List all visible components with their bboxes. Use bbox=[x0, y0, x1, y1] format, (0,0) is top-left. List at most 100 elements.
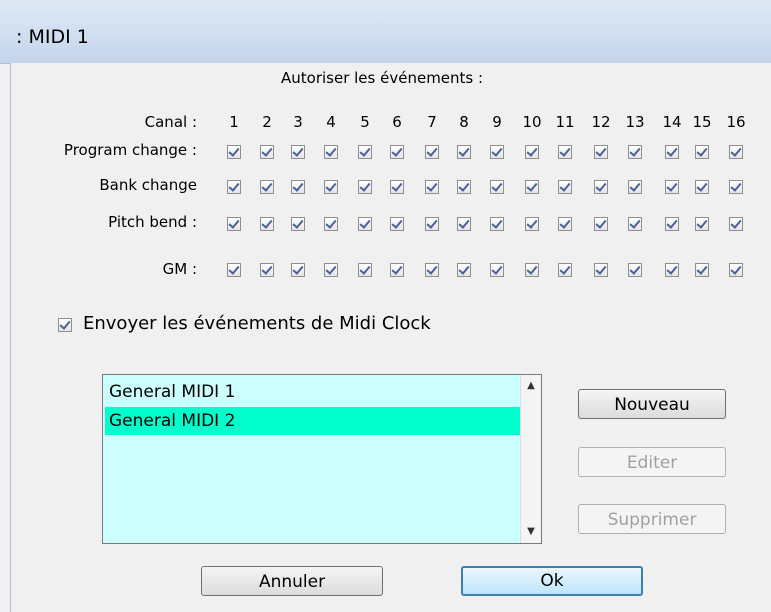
event-checkbox[interactable] bbox=[358, 217, 372, 231]
event-checkbox[interactable] bbox=[358, 180, 372, 194]
event-checkbox[interactable] bbox=[594, 180, 608, 194]
event-checkbox[interactable] bbox=[558, 263, 572, 277]
event-checkbox[interactable] bbox=[695, 145, 709, 159]
channel-number: 4 bbox=[326, 113, 336, 131]
channel-number: 14 bbox=[662, 113, 682, 131]
event-checkbox[interactable] bbox=[457, 180, 471, 194]
event-checkbox[interactable] bbox=[358, 145, 372, 159]
delete-button[interactable]: Supprimer bbox=[578, 504, 726, 534]
event-checkbox[interactable] bbox=[390, 217, 404, 231]
row-label-gm: GM : bbox=[162, 260, 197, 278]
event-checkbox[interactable] bbox=[425, 145, 439, 159]
event-checkbox[interactable] bbox=[425, 217, 439, 231]
channel-number: 3 bbox=[293, 113, 303, 131]
title-bar: : MIDI 1 bbox=[0, 0, 771, 64]
event-checkbox[interactable] bbox=[695, 217, 709, 231]
channel-number: 9 bbox=[492, 113, 502, 131]
midi-settings-dialog: : MIDI 1 Autoriser les événements : Cana… bbox=[0, 0, 771, 612]
midi-clock-checkbox[interactable] bbox=[58, 318, 72, 332]
event-checkbox[interactable] bbox=[525, 145, 539, 159]
list-item[interactable]: General MIDI 1 bbox=[105, 378, 523, 406]
channel-number: 10 bbox=[522, 113, 542, 131]
channel-number: 12 bbox=[591, 113, 611, 131]
event-checkbox[interactable] bbox=[260, 145, 274, 159]
event-checkbox[interactable] bbox=[425, 180, 439, 194]
midi-clock-label[interactable]: Envoyer les événements de Midi Clock bbox=[83, 313, 431, 334]
event-checkbox[interactable] bbox=[729, 263, 743, 277]
channel-label: Canal : bbox=[144, 113, 197, 131]
event-checkbox[interactable] bbox=[291, 180, 305, 194]
event-checkbox[interactable] bbox=[358, 263, 372, 277]
scroll-up-icon[interactable]: ▲ bbox=[521, 377, 541, 395]
event-checkbox[interactable] bbox=[594, 217, 608, 231]
scroll-down-icon[interactable]: ▼ bbox=[521, 523, 541, 541]
event-checkbox[interactable] bbox=[291, 145, 305, 159]
row-label-program-change: Program change : bbox=[63, 141, 197, 159]
event-checkbox[interactable] bbox=[525, 263, 539, 277]
event-checkbox[interactable] bbox=[490, 145, 504, 159]
cancel-button[interactable]: Annuler bbox=[201, 566, 383, 596]
event-checkbox[interactable] bbox=[525, 217, 539, 231]
event-checkbox[interactable] bbox=[425, 263, 439, 277]
event-checkbox[interactable] bbox=[291, 263, 305, 277]
event-checkbox[interactable] bbox=[695, 180, 709, 194]
event-checkbox[interactable] bbox=[457, 217, 471, 231]
channel-number: 11 bbox=[555, 113, 575, 131]
event-checkbox[interactable] bbox=[227, 263, 241, 277]
event-checkbox[interactable] bbox=[729, 145, 743, 159]
event-checkbox[interactable] bbox=[227, 217, 241, 231]
events-header: Autoriser les événements : bbox=[281, 69, 484, 87]
event-checkbox[interactable] bbox=[665, 263, 679, 277]
window-title: : MIDI 1 bbox=[16, 26, 89, 48]
event-checkbox[interactable] bbox=[457, 145, 471, 159]
channel-number: 5 bbox=[360, 113, 370, 131]
event-checkbox[interactable] bbox=[490, 217, 504, 231]
event-checkbox[interactable] bbox=[390, 145, 404, 159]
event-checkbox[interactable] bbox=[324, 217, 338, 231]
event-checkbox[interactable] bbox=[695, 263, 709, 277]
event-checkbox[interactable] bbox=[490, 180, 504, 194]
event-checkbox[interactable] bbox=[260, 180, 274, 194]
channel-number: 8 bbox=[459, 113, 469, 131]
dialog-content: Autoriser les événements : Canal : 12 3 4 5… bbox=[10, 63, 771, 612]
event-checkbox[interactable] bbox=[594, 263, 608, 277]
event-checkbox[interactable] bbox=[594, 145, 608, 159]
row-label-bank-change: Bank change bbox=[99, 176, 197, 194]
channel-number: 1 bbox=[229, 113, 239, 131]
channel-number: 15 bbox=[692, 113, 712, 131]
event-checkbox[interactable] bbox=[558, 217, 572, 231]
instrument-list[interactable]: General MIDI 1 General MIDI 2 ▲ ▼ bbox=[102, 374, 542, 544]
event-checkbox[interactable] bbox=[665, 145, 679, 159]
event-checkbox[interactable] bbox=[665, 180, 679, 194]
event-checkbox[interactable] bbox=[729, 217, 743, 231]
event-checkbox[interactable] bbox=[324, 180, 338, 194]
event-checkbox[interactable] bbox=[390, 180, 404, 194]
event-checkbox[interactable] bbox=[628, 263, 642, 277]
channel-number: 7 bbox=[427, 113, 437, 131]
event-checkbox[interactable] bbox=[291, 217, 305, 231]
list-item-selected[interactable]: General MIDI 2 bbox=[105, 407, 523, 435]
event-checkbox[interactable] bbox=[665, 217, 679, 231]
list-scrollbar[interactable]: ▲ ▼ bbox=[520, 375, 541, 543]
event-checkbox[interactable] bbox=[227, 180, 241, 194]
event-checkbox[interactable] bbox=[729, 180, 743, 194]
event-checkbox[interactable] bbox=[558, 145, 572, 159]
row-label-pitch-bend: Pitch bend : bbox=[108, 213, 197, 231]
event-checkbox[interactable] bbox=[260, 263, 274, 277]
event-checkbox[interactable] bbox=[525, 180, 539, 194]
event-checkbox[interactable] bbox=[227, 145, 241, 159]
event-checkbox[interactable] bbox=[628, 145, 642, 159]
event-checkbox[interactable] bbox=[457, 263, 471, 277]
edit-button[interactable]: Editer bbox=[578, 447, 726, 477]
event-checkbox[interactable] bbox=[628, 180, 642, 194]
event-checkbox[interactable] bbox=[324, 263, 338, 277]
event-checkbox[interactable] bbox=[390, 263, 404, 277]
event-checkbox[interactable] bbox=[558, 180, 572, 194]
channel-number: 6 bbox=[392, 113, 402, 131]
new-button[interactable]: Nouveau bbox=[578, 389, 726, 419]
event-checkbox[interactable] bbox=[324, 145, 338, 159]
event-checkbox[interactable] bbox=[260, 217, 274, 231]
ok-button[interactable]: Ok bbox=[461, 566, 643, 596]
event-checkbox[interactable] bbox=[628, 217, 642, 231]
event-checkbox[interactable] bbox=[490, 263, 504, 277]
